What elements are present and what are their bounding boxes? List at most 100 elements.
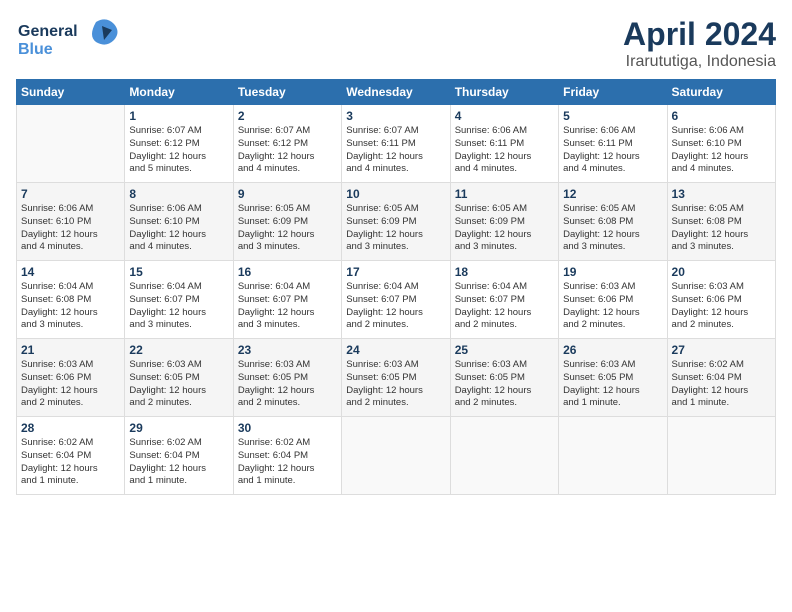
day-number: 23 <box>238 343 337 357</box>
calendar-cell: 1Sunrise: 6:07 AM Sunset: 6:12 PM Daylig… <box>125 105 233 183</box>
day-number: 21 <box>21 343 120 357</box>
calendar-cell: 18 Sunrise: 6:04 AM Sunset: 6:07 PM Dayli… <box>450 261 558 339</box>
day-info: Sunrise: 6:03 AM Sunset: 6:06 PM Dayligh… <box>563 281 662 332</box>
day-number: 4 <box>455 109 554 123</box>
day-info: Sunrise: 6:03 AM Sunset: 6:06 PM Dayligh… <box>672 281 771 332</box>
calendar-cell <box>342 417 450 495</box>
day-info: Sunrise: 6:03 AM Sunset: 6:05 PM Dayligh… <box>346 359 445 410</box>
day-number: 24 <box>346 343 445 357</box>
day-info: Sunrise: 6:06 AM Sunset: 6:11 PM Dayligh… <box>455 125 554 176</box>
day-info: Sunrise: 6:07 AM Sunset: 6:12 PM Dayligh… <box>129 125 228 176</box>
day-info: Sunrise: 6:07 AM Sunset: 6:12 PM Dayligh… <box>238 125 337 176</box>
calendar-cell: 14Sunrise: 6:04 AM Sunset: 6:08 PM Dayli… <box>17 261 125 339</box>
calendar-cell: 4 Sunrise: 6:06 AM Sunset: 6:11 PM Daylig… <box>450 105 558 183</box>
day-info: Sunrise: 6:04 AM Sunset: 6:07 PM Dayligh… <box>129 281 228 332</box>
calendar-cell: 8Sunrise: 6:06 AM Sunset: 6:10 PM Daylig… <box>125 183 233 261</box>
calendar-cell: 10 Sunrise: 6:05 AM Sunset: 6:09 PM Dayli… <box>342 183 450 261</box>
day-info: Sunrise: 6:03 AM Sunset: 6:05 PM Dayligh… <box>238 359 337 410</box>
calendar-cell: 6 Sunrise: 6:06 AM Sunset: 6:10 PM Daylig… <box>667 105 775 183</box>
calendar-cell: 25 Sunrise: 6:03 AM Sunset: 6:05 PM Dayli… <box>450 339 558 417</box>
svg-text:General: General <box>18 23 78 40</box>
page-container: General Blue April 2024 Irarututiga, Ind… <box>0 0 792 503</box>
calendar-cell: 26Sunrise: 6:03 AM Sunset: 6:05 PM Dayli… <box>559 339 667 417</box>
day-info: Sunrise: 6:05 AM Sunset: 6:08 PM Dayligh… <box>672 203 771 254</box>
day-number: 3 <box>346 109 445 123</box>
weekday-header-wednesday: Wednesday <box>342 80 450 105</box>
weekday-header-row: SundayMondayTuesdayWednesdayThursdayFrid… <box>17 80 776 105</box>
day-info: Sunrise: 6:05 AM Sunset: 6:09 PM Dayligh… <box>346 203 445 254</box>
calendar-cell: 12 Sunrise: 6:05 AM Sunset: 6:08 PM Dayli… <box>559 183 667 261</box>
day-info: Sunrise: 6:07 AM Sunset: 6:11 PM Dayligh… <box>346 125 445 176</box>
week-row-3: 14Sunrise: 6:04 AM Sunset: 6:08 PM Dayli… <box>17 261 776 339</box>
weekday-header-friday: Friday <box>559 80 667 105</box>
day-info: Sunrise: 6:04 AM Sunset: 6:08 PM Dayligh… <box>21 281 120 332</box>
logo-icon: General Blue <box>16 16 126 60</box>
day-info: Sunrise: 6:03 AM Sunset: 6:05 PM Dayligh… <box>129 359 228 410</box>
header: General Blue April 2024 Irarututiga, Ind… <box>16 16 776 71</box>
day-info: Sunrise: 6:03 AM Sunset: 6:05 PM Dayligh… <box>455 359 554 410</box>
day-info: Sunrise: 6:03 AM Sunset: 6:05 PM Dayligh… <box>563 359 662 410</box>
weekday-header-saturday: Saturday <box>667 80 775 105</box>
page-title: April 2024 <box>623 16 776 53</box>
calendar-cell: 13 Sunrise: 6:05 AM Sunset: 6:08 PM Dayli… <box>667 183 775 261</box>
day-number: 6 <box>672 109 771 123</box>
day-info: Sunrise: 6:02 AM Sunset: 6:04 PM Dayligh… <box>129 437 228 488</box>
calendar-cell <box>17 105 125 183</box>
day-number: 17 <box>346 265 445 279</box>
day-info: Sunrise: 6:06 AM Sunset: 6:11 PM Dayligh… <box>563 125 662 176</box>
day-info: Sunrise: 6:05 AM Sunset: 6:09 PM Dayligh… <box>455 203 554 254</box>
calendar-cell: 11Sunrise: 6:05 AM Sunset: 6:09 PM Dayli… <box>450 183 558 261</box>
day-number: 25 <box>455 343 554 357</box>
day-info: Sunrise: 6:02 AM Sunset: 6:04 PM Dayligh… <box>238 437 337 488</box>
day-info: Sunrise: 6:05 AM Sunset: 6:09 PM Dayligh… <box>238 203 337 254</box>
day-info: Sunrise: 6:02 AM Sunset: 6:04 PM Dayligh… <box>21 437 120 488</box>
day-number: 10 <box>346 187 445 201</box>
calendar-table: SundayMondayTuesdayWednesdayThursdayFrid… <box>16 79 776 495</box>
day-info: Sunrise: 6:06 AM Sunset: 6:10 PM Dayligh… <box>129 203 228 254</box>
calendar-cell: 29 Sunrise: 6:02 AM Sunset: 6:04 PM Dayli… <box>125 417 233 495</box>
calendar-cell: 7 Sunrise: 6:06 AM Sunset: 6:10 PM Daylig… <box>17 183 125 261</box>
day-number: 12 <box>563 187 662 201</box>
day-info: Sunrise: 6:03 AM Sunset: 6:06 PM Dayligh… <box>21 359 120 410</box>
calendar-cell: 20 Sunrise: 6:03 AM Sunset: 6:06 PM Dayli… <box>667 261 775 339</box>
svg-text:Blue: Blue <box>18 41 53 58</box>
calendar-cell: 24 Sunrise: 6:03 AM Sunset: 6:05 PM Dayli… <box>342 339 450 417</box>
week-row-4: 21 Sunrise: 6:03 AM Sunset: 6:06 PM Dayli… <box>17 339 776 417</box>
weekday-header-thursday: Thursday <box>450 80 558 105</box>
page-subtitle: Irarututiga, Indonesia <box>623 53 776 71</box>
weekday-header-sunday: Sunday <box>17 80 125 105</box>
day-number: 18 <box>455 265 554 279</box>
calendar-cell: 30 Sunrise: 6:02 AM Sunset: 6:04 PM Dayli… <box>233 417 341 495</box>
day-number: 30 <box>238 421 337 435</box>
week-row-2: 7 Sunrise: 6:06 AM Sunset: 6:10 PM Daylig… <box>17 183 776 261</box>
calendar-cell: 9 Sunrise: 6:05 AM Sunset: 6:09 PM Daylig… <box>233 183 341 261</box>
calendar-cell: 19Sunrise: 6:03 AM Sunset: 6:06 PM Dayli… <box>559 261 667 339</box>
day-info: Sunrise: 6:04 AM Sunset: 6:07 PM Dayligh… <box>346 281 445 332</box>
day-number: 7 <box>21 187 120 201</box>
day-info: Sunrise: 6:04 AM Sunset: 6:07 PM Dayligh… <box>455 281 554 332</box>
day-info: Sunrise: 6:05 AM Sunset: 6:08 PM Dayligh… <box>563 203 662 254</box>
calendar-cell: 23 Sunrise: 6:03 AM Sunset: 6:05 PM Dayli… <box>233 339 341 417</box>
day-number: 13 <box>672 187 771 201</box>
day-number: 20 <box>672 265 771 279</box>
title-block: April 2024 Irarututiga, Indonesia <box>623 16 776 71</box>
weekday-header-monday: Monday <box>125 80 233 105</box>
day-number: 27 <box>672 343 771 357</box>
day-info: Sunrise: 6:06 AM Sunset: 6:10 PM Dayligh… <box>672 125 771 176</box>
calendar-cell: 2 Sunrise: 6:07 AM Sunset: 6:12 PM Daylig… <box>233 105 341 183</box>
calendar-cell <box>559 417 667 495</box>
day-number: 9 <box>238 187 337 201</box>
day-number: 2 <box>238 109 337 123</box>
calendar-cell: 5Sunrise: 6:06 AM Sunset: 6:11 PM Daylig… <box>559 105 667 183</box>
day-info: Sunrise: 6:04 AM Sunset: 6:07 PM Dayligh… <box>238 281 337 332</box>
calendar-cell <box>667 417 775 495</box>
day-number: 29 <box>129 421 228 435</box>
day-number: 28 <box>21 421 120 435</box>
day-info: Sunrise: 6:06 AM Sunset: 6:10 PM Dayligh… <box>21 203 120 254</box>
day-number: 15 <box>129 265 228 279</box>
calendar-cell: 17 Sunrise: 6:04 AM Sunset: 6:07 PM Dayli… <box>342 261 450 339</box>
calendar-cell <box>450 417 558 495</box>
day-info: Sunrise: 6:02 AM Sunset: 6:04 PM Dayligh… <box>672 359 771 410</box>
week-row-1: 1Sunrise: 6:07 AM Sunset: 6:12 PM Daylig… <box>17 105 776 183</box>
weekday-header-tuesday: Tuesday <box>233 80 341 105</box>
